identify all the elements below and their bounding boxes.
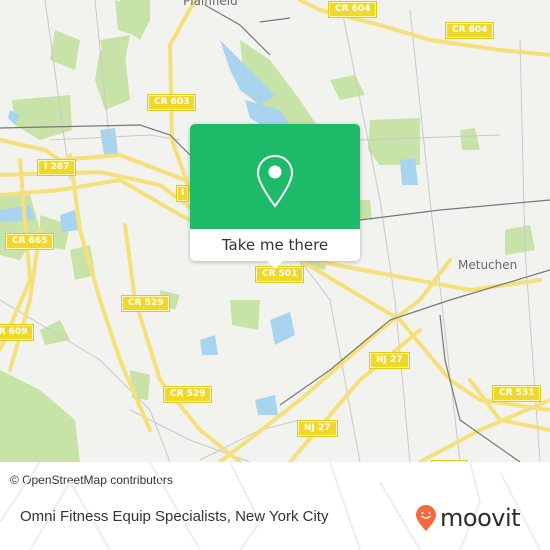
place-title: Omni Fitness Equip Specialists, New York…	[20, 508, 329, 525]
road-label-cr529: CR 529	[120, 295, 171, 312]
road-label-cr603: CR 603	[146, 94, 197, 111]
road-label-cr501: CR 501	[254, 266, 305, 283]
road-label-cr604: CR 604	[327, 1, 378, 18]
map-view[interactable]: Plainfield Metuchen CR 604 CR 604 CR 603…	[0, 0, 550, 462]
place-label-metuchen: Metuchen	[458, 258, 518, 272]
road-label-i287: I 287	[36, 159, 77, 176]
take-me-there-button[interactable]: Take me there	[190, 229, 360, 261]
location-popup: Take me there	[190, 124, 360, 269]
map-pin-icon	[256, 154, 294, 208]
brand-name: moovit	[440, 504, 521, 532]
road-label-cr604: CR 604	[444, 22, 495, 39]
place-label-plainfield: Plainfield	[183, 0, 238, 8]
moovit-logo[interactable]: moovit	[415, 503, 521, 533]
road-label-cr665: CR 665	[4, 233, 55, 250]
popup-pointer	[266, 260, 284, 269]
popup-header	[190, 124, 360, 229]
moovit-pin-icon	[416, 505, 436, 531]
road-label-nj27: NJ 27	[369, 352, 410, 369]
road-label-cr531: CR 531	[491, 385, 542, 402]
road-label-cr529: CR 529	[162, 386, 213, 403]
road-label-nj27: NJ 27	[297, 420, 338, 437]
road-label-cr609: CR 609	[0, 324, 35, 341]
road-label-i287-partial: I	[175, 185, 190, 202]
